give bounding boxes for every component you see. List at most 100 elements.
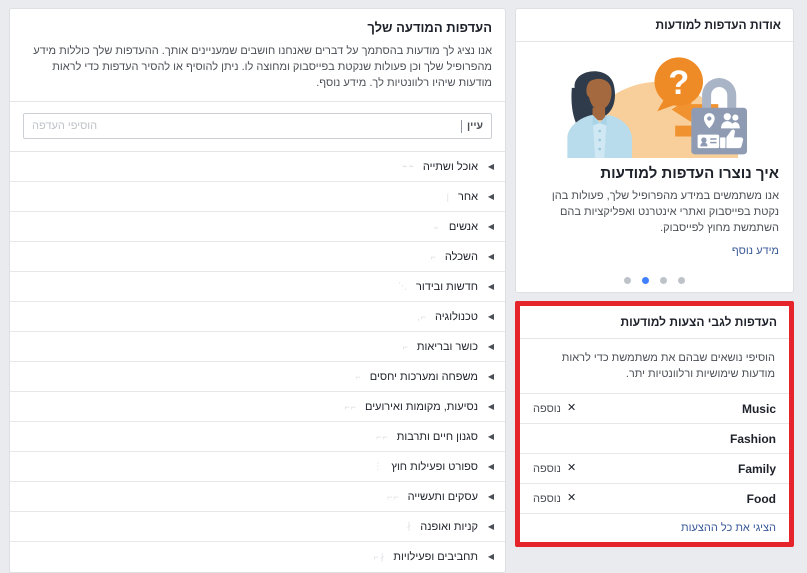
- category-row[interactable]: ◀ אוכל ושתייה ⌁⌁: [10, 152, 505, 182]
- category-thumbnail-icon: ⌐: [355, 371, 362, 382]
- carousel-dot[interactable]: [624, 277, 631, 284]
- category-row[interactable]: ◀ חדשות ובידור ⋰: [10, 272, 505, 302]
- category-label: נסיעות, מקומות ואירועים: [364, 400, 478, 413]
- ad-preferences-panel: העדפות המודעה שלך אנו נציג לך מודעות בהס…: [9, 8, 506, 573]
- chevron-left-icon: ◀: [487, 401, 494, 411]
- chevron-left-icon: ◀: [487, 251, 494, 261]
- category-label: כושר ובריאות: [416, 340, 478, 353]
- chevron-left-icon: ◀: [487, 221, 494, 231]
- main-header: העדפות המודעה שלך אנו נציג לך מודעות בהס…: [10, 9, 505, 102]
- about-card-header: אודות העדפות למודעות: [516, 9, 793, 42]
- category-row[interactable]: ◀ עסקים ותעשייה ⌐⌐: [10, 482, 505, 512]
- category-label: קניות ואופנה: [420, 520, 478, 533]
- category-label: השכלה: [444, 250, 478, 263]
- suggestion-name: Family: [737, 461, 776, 476]
- category-label: חדשות ובידור: [415, 280, 478, 293]
- category-thumbnail-icon: ⌄: [432, 221, 441, 231]
- ad-suggestion-preferences-card: העדפות לגבי הצעות למודעות הוסיפי נושאים …: [520, 306, 789, 542]
- suggestion-status: נוספה ✕: [533, 493, 576, 505]
- category-thumbnail-icon: ∤: [406, 521, 413, 531]
- ad-preferences-illustration: ?: [567, 57, 748, 158]
- category-thumbnail-icon: ⌐⌐: [344, 401, 357, 412]
- close-icon[interactable]: ✕: [567, 493, 576, 504]
- chevron-left-icon: ◀: [487, 191, 494, 201]
- category-row[interactable]: ◀ אחר |: [10, 182, 505, 212]
- category-row[interactable]: ◀ משפחה ומערכות יחסים ⌐: [10, 362, 505, 392]
- suggestion-status: נוספה ✕: [533, 403, 576, 415]
- add-preference-search-wrap: הוסיפי העדפה עיין: [10, 102, 505, 152]
- chevron-left-icon: ◀: [487, 521, 494, 531]
- category-label: עסקים ותעשייה: [407, 490, 478, 503]
- suggestions-footer: הציגי את כל ההצעות: [520, 514, 789, 542]
- show-all-suggestions-link[interactable]: הציגי את כל ההצעות: [681, 522, 776, 534]
- category-row[interactable]: ◀ כושר ובריאות ⌐: [10, 332, 505, 362]
- about-heading: איך נוצרו העדפות למודעות: [600, 165, 779, 182]
- suggestion-name: Fashion: [729, 431, 776, 446]
- category-label: אחר: [457, 190, 478, 203]
- chevron-left-icon: ◀: [487, 311, 494, 321]
- category-label: ספורט ופעילות חוץ: [391, 460, 478, 473]
- suggestion-row[interactable]: Fashion: [520, 424, 789, 454]
- category-row[interactable]: ◀ השכלה ⌐: [10, 242, 505, 272]
- add-preference-search-box[interactable]: הוסיפי העדפה עיין: [23, 113, 492, 139]
- suggestion-added-label: נוספה: [533, 402, 561, 415]
- suggestion-row[interactable]: Music נוספה ✕: [520, 394, 789, 424]
- category-list: ◀ אוכל ושתייה ⌁⌁ ◀ אחר | ◀ אנשים ⌄ ◀ השכ…: [10, 152, 505, 572]
- carousel-dot[interactable]: [678, 277, 685, 284]
- search-placeholder: הוסיפי העדפה: [32, 120, 98, 132]
- category-row[interactable]: ◀ סגנון חיים ותרבות ⌐⌐: [10, 422, 505, 452]
- category-row[interactable]: ◀ נסיעות, מקומות ואירועים ⌐⌐: [10, 392, 505, 422]
- text-cursor-icon: [461, 119, 462, 133]
- carousel-dots: [516, 271, 793, 292]
- suggestion-row[interactable]: Family נוספה ✕: [520, 454, 789, 484]
- category-thumbnail-icon: ∤⌐: [373, 551, 386, 562]
- suggestions-card-header: העדפות לגבי הצעות למודעות: [520, 306, 789, 339]
- suggestion-row[interactable]: Food נוספה ✕: [520, 484, 789, 514]
- chevron-left-icon: ◀: [487, 552, 494, 561]
- carousel-dot[interactable]: [660, 277, 667, 284]
- category-label: אנשים: [448, 220, 478, 233]
- category-thumbnail-icon: ⌐⌐: [387, 491, 400, 502]
- category-thumbnail-icon: ⌁⌁: [402, 161, 415, 171]
- suggestion-added-label: נוספה: [533, 492, 561, 505]
- suggestion-status: נוספה ✕: [533, 463, 576, 475]
- chevron-left-icon: ◀: [487, 371, 494, 381]
- category-thumbnail-icon: ⋮: [373, 461, 384, 471]
- category-label: טכנולוגיה: [434, 310, 478, 323]
- chevron-left-icon: ◀: [487, 341, 494, 351]
- page-root: העדפות המודעה שלך אנו נציג לך מודעות בהס…: [0, 0, 807, 573]
- about-card-body: ? איך נוצרו העדפות למודעות אנו משתמשים ב…: [516, 42, 793, 271]
- suggestion-added-label: נוספה: [533, 462, 561, 475]
- category-thumbnail-icon: ⌐: [402, 341, 409, 352]
- category-thumbnail-icon: |: [446, 191, 450, 202]
- suggestions-description: הוסיפי נושאים שבהם את משתמשת כדי לראות מ…: [520, 339, 789, 394]
- sidebar: אודות העדפות למודעות ? איך נוצרו העדפות …: [515, 8, 794, 547]
- browse-label[interactable]: עיין: [467, 120, 483, 132]
- category-label: תחביבים ופעילויות: [393, 551, 478, 563]
- category-thumbnail-icon: ⌐,: [417, 311, 427, 322]
- chevron-left-icon: ◀: [487, 281, 494, 291]
- category-row[interactable]: ◀ טכנולוגיה ⌐,: [10, 302, 505, 332]
- svg-text:?: ?: [668, 64, 689, 102]
- close-icon[interactable]: ✕: [567, 463, 576, 474]
- close-icon[interactable]: ✕: [567, 403, 576, 414]
- category-label: סגנון חיים ותרבות: [396, 430, 478, 443]
- about-learn-more-link[interactable]: מידע נוסף: [530, 245, 779, 257]
- ad-suggestion-preferences-card-highlight: העדפות לגבי הצעות למודעות הוסיפי נושאים …: [515, 301, 794, 547]
- category-row[interactable]: ◀ קניות ואופנה ∤: [10, 512, 505, 542]
- suggestion-name: Music: [741, 401, 776, 416]
- page-title: העדפות המודעה שלך: [367, 20, 492, 35]
- category-row[interactable]: ◀ אנשים ⌄: [10, 212, 505, 242]
- chevron-left-icon: ◀: [487, 461, 494, 471]
- category-row[interactable]: ◀ תחביבים ופעילויות ∤⌐: [10, 542, 505, 572]
- chevron-left-icon: ◀: [487, 431, 494, 441]
- chevron-left-icon: ◀: [487, 491, 494, 501]
- suggestion-name: Food: [746, 491, 776, 506]
- category-thumbnail-icon: ⌐⌐: [376, 431, 389, 442]
- about-paragraph: אנו משתמשים במידע מהפרופיל שלך, פעולות ב…: [551, 190, 779, 234]
- about-ad-preferences-card: אודות העדפות למודעות ? איך נוצרו העדפות …: [515, 8, 794, 293]
- carousel-dot-active[interactable]: [642, 277, 649, 284]
- category-label: משפחה ומערכות יחסים: [369, 370, 478, 383]
- category-row[interactable]: ◀ ספורט ופעילות חוץ ⋮: [10, 452, 505, 482]
- chevron-left-icon: ◀: [487, 161, 494, 171]
